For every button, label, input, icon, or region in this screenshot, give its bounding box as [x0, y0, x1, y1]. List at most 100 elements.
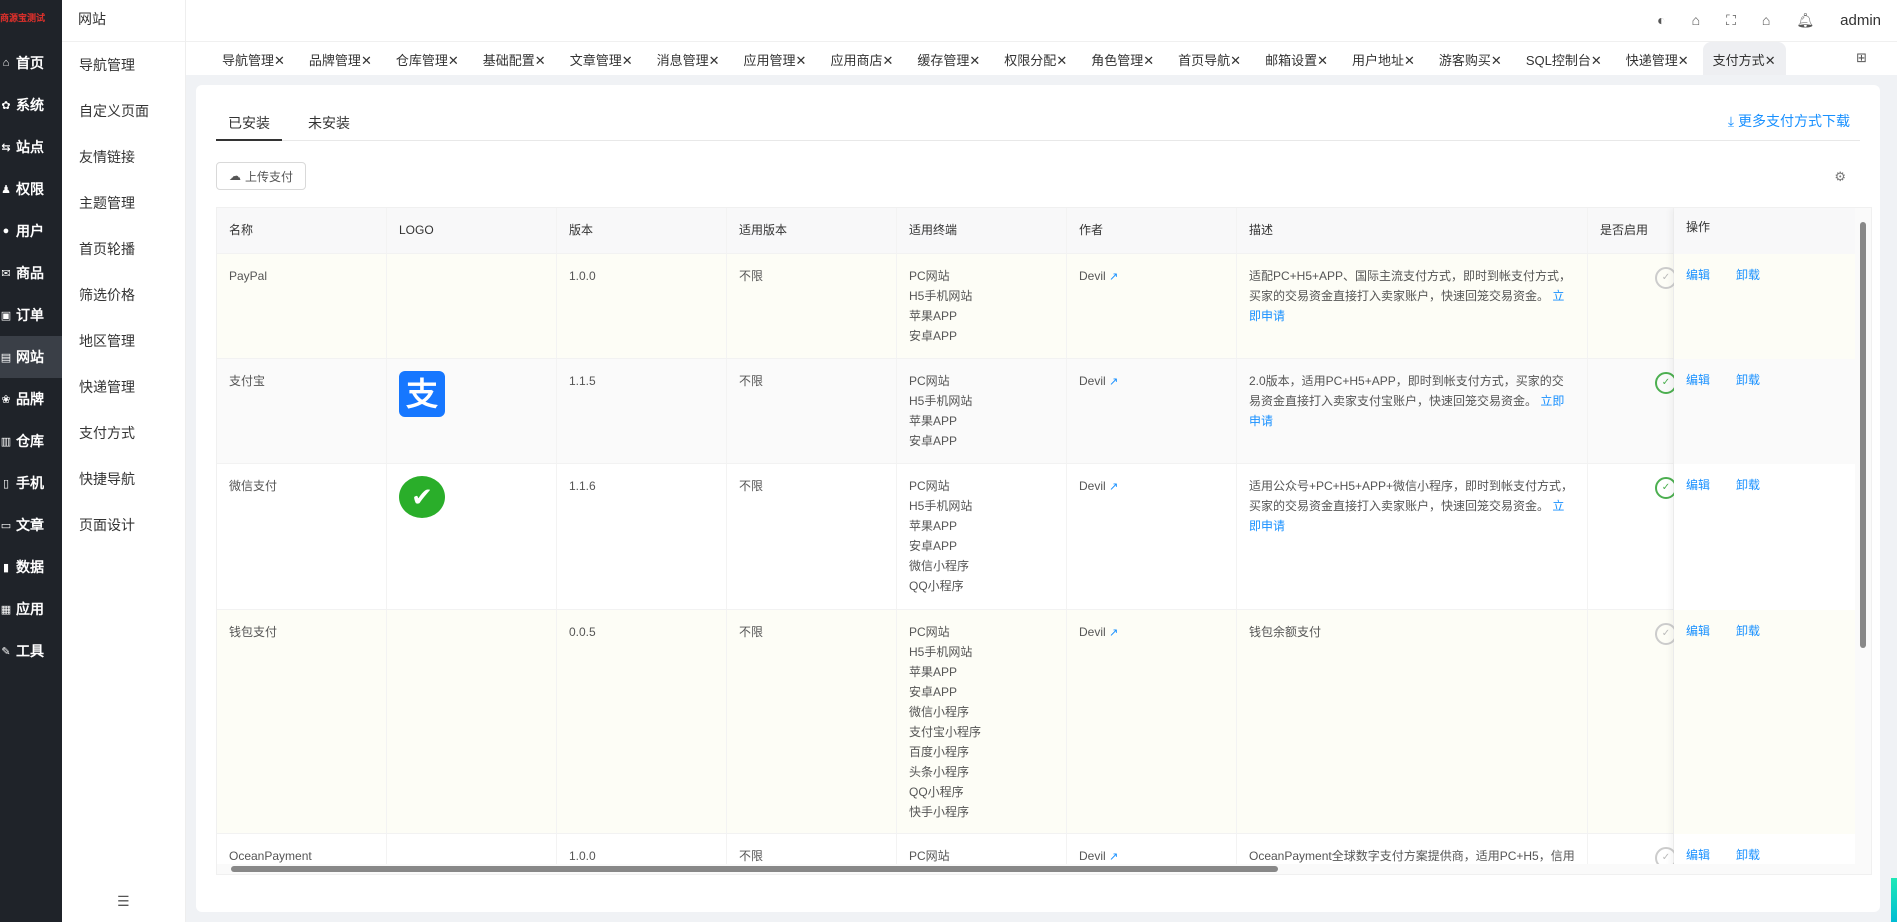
close-icon[interactable]: ✕	[1230, 53, 1241, 68]
submenu-item[interactable]: 支付方式	[62, 410, 185, 456]
tab-installed[interactable]: 已安装	[216, 113, 282, 141]
page-tab[interactable]: 邮箱设置✕	[1265, 50, 1328, 75]
close-icon[interactable]: ✕	[1765, 53, 1776, 68]
page-tab[interactable]: 快递管理✕	[1626, 50, 1689, 75]
close-icon[interactable]: ✕	[622, 53, 633, 68]
column-header[interactable]: 名称	[217, 208, 387, 253]
submenu-item[interactable]: 筛选价格	[62, 272, 185, 318]
main-sidebar: 商源宝测试 ⌂ 首页 ✿ 系统 ⇆ 站点 ♟ 权限 ● 用户 ✉ 商品 ▣ 订单 ▤ 网站 ❀ 品牌 ▥ 仓库 ▯ 手机 ▭…	[0, 0, 62, 922]
column-header[interactable]: 是否启用	[1588, 208, 1674, 253]
upload-payment-button[interactable]: ☁ 上传支付	[216, 162, 306, 190]
sidebar-item-4[interactable]: ● 用户	[0, 210, 62, 252]
sidebar-item-2[interactable]: ⇆ 站点	[0, 126, 62, 168]
external-link-icon[interactable]: ↗	[1109, 627, 1118, 639]
close-icon[interactable]: ✕	[361, 53, 372, 68]
uninstall-button[interactable]: 卸载	[1736, 476, 1760, 598]
sidebar-item-10[interactable]: ▯ 手机	[0, 462, 62, 504]
column-header[interactable]: 描述	[1237, 208, 1588, 253]
close-icon[interactable]: ✕	[969, 53, 980, 68]
submenu-item[interactable]: 页面设计	[62, 502, 185, 548]
submenu-item[interactable]: 首页轮播	[62, 226, 185, 272]
page-tab[interactable]: 应用商店✕	[830, 50, 893, 75]
home-icon[interactable]: ⌂	[1762, 12, 1770, 28]
close-icon[interactable]: ✕	[1591, 53, 1602, 68]
close-icon[interactable]: ✕	[1056, 53, 1067, 68]
sidebar-item-0[interactable]: ⌂ 首页	[0, 42, 62, 84]
uninstall-button[interactable]: 卸载	[1736, 266, 1760, 347]
sidebar-item-11[interactable]: ▭ 文章	[0, 504, 62, 546]
page-tab[interactable]: 支付方式✕	[1702, 42, 1786, 75]
edit-button[interactable]: 编辑	[1686, 371, 1710, 452]
close-icon[interactable]: ✕	[796, 53, 807, 68]
close-icon[interactable]: ✕	[1317, 53, 1328, 68]
sidebar-item-13[interactable]: ▦ 应用	[0, 588, 62, 630]
palette-icon[interactable]: ◐	[1657, 12, 1665, 28]
external-link-icon[interactable]: ↗	[1109, 481, 1118, 493]
sidebar-item-3[interactable]: ♟ 权限	[0, 168, 62, 210]
submenu-item[interactable]: 导航管理	[62, 42, 185, 88]
page-tab[interactable]: 权限分配✕	[1004, 50, 1067, 75]
sidebar-item-5[interactable]: ✉ 商品	[0, 252, 62, 294]
edit-button[interactable]: 编辑	[1686, 622, 1710, 822]
external-link-icon[interactable]: ↗	[1109, 271, 1118, 283]
column-header[interactable]: 适用终端	[897, 208, 1067, 253]
tabs-grid-icon[interactable]: ⊞	[1856, 50, 1867, 66]
close-icon[interactable]: ✕	[709, 53, 720, 68]
horizontal-scrollbar[interactable]	[217, 864, 1857, 874]
page-tab[interactable]: 文章管理✕	[570, 50, 633, 75]
vertical-scrollbar[interactable]	[1855, 208, 1871, 874]
close-icon[interactable]: ✕	[1678, 53, 1689, 68]
page-tab[interactable]: 首页导航✕	[1178, 50, 1241, 75]
submenu-item[interactable]: 地区管理	[62, 318, 185, 364]
fullscreen-icon[interactable]: ⛶	[1726, 12, 1736, 29]
column-header[interactable]: LOGO	[387, 208, 557, 253]
uninstall-button[interactable]: 卸载	[1736, 622, 1760, 822]
edit-button[interactable]: 编辑	[1686, 266, 1710, 347]
page-tab[interactable]: 应用管理✕	[744, 50, 807, 75]
submenu-item[interactable]: 快捷导航	[62, 456, 185, 502]
submenu-item[interactable]: 自定义页面	[62, 88, 185, 134]
page-tab[interactable]: 基础配置✕	[483, 50, 546, 75]
sidebar-item-8[interactable]: ❀ 品牌	[0, 378, 62, 420]
submenu-item[interactable]: 友情链接	[62, 134, 185, 180]
page-tab[interactable]: 导航管理✕	[222, 50, 285, 75]
close-icon[interactable]: ✕	[882, 53, 893, 68]
page-tab[interactable]: 品牌管理✕	[309, 50, 372, 75]
sidebar-item-12[interactable]: ▮ 数据	[0, 546, 62, 588]
tab-not-installed[interactable]: 未安装	[308, 113, 350, 133]
close-icon[interactable]: ✕	[1143, 53, 1154, 68]
table-settings-icon[interactable]: ⚙	[1834, 169, 1846, 185]
close-icon[interactable]: ✕	[274, 53, 285, 68]
sidebar-item-7[interactable]: ▤ 网站	[0, 336, 62, 378]
sidebar-item-1[interactable]: ✿ 系统	[0, 84, 62, 126]
broom-icon[interactable]: ⌂	[1692, 12, 1700, 28]
external-link-icon[interactable]: ↗	[1109, 376, 1118, 388]
page-tab[interactable]: SQL控制台✕	[1526, 50, 1602, 75]
sidebar-item-6[interactable]: ▣ 订单	[0, 294, 62, 336]
bell-icon[interactable]: 🔔︎	[1796, 12, 1814, 29]
column-header[interactable]: 作者	[1067, 208, 1237, 253]
close-icon[interactable]: ✕	[535, 53, 546, 68]
page-tab[interactable]: 缓存管理✕	[917, 50, 980, 75]
page-scroll-indicator[interactable]	[1891, 878, 1897, 922]
sidebar-item-9[interactable]: ▥ 仓库	[0, 420, 62, 462]
close-icon[interactable]: ✕	[1491, 53, 1502, 68]
close-icon[interactable]: ✕	[448, 53, 459, 68]
column-header[interactable]: 适用版本	[727, 208, 897, 253]
submenu-item[interactable]: 快递管理	[62, 364, 185, 410]
page-tab[interactable]: 仓库管理✕	[396, 50, 459, 75]
page-tab[interactable]: 用户地址✕	[1352, 50, 1415, 75]
page-tab[interactable]: 游客购买✕	[1439, 50, 1502, 75]
page-tab[interactable]: 角色管理✕	[1091, 50, 1154, 75]
uninstall-button[interactable]: 卸载	[1736, 371, 1760, 452]
column-header[interactable]: 版本	[557, 208, 727, 253]
page-tab[interactable]: 消息管理✕	[657, 50, 720, 75]
collapse-menu-icon[interactable]: ☰	[117, 893, 130, 910]
edit-button[interactable]: 编辑	[1686, 476, 1710, 598]
user-menu[interactable]: admin	[1840, 12, 1881, 29]
close-icon[interactable]: ✕	[1404, 53, 1415, 68]
submenu-item[interactable]: 主题管理	[62, 180, 185, 226]
more-payment-download-link[interactable]: ⤓ 更多支付方式下载	[1728, 111, 1850, 131]
sidebar-item-14[interactable]: ✎ 工具	[0, 630, 62, 672]
external-link-icon[interactable]: ↗	[1109, 851, 1118, 863]
